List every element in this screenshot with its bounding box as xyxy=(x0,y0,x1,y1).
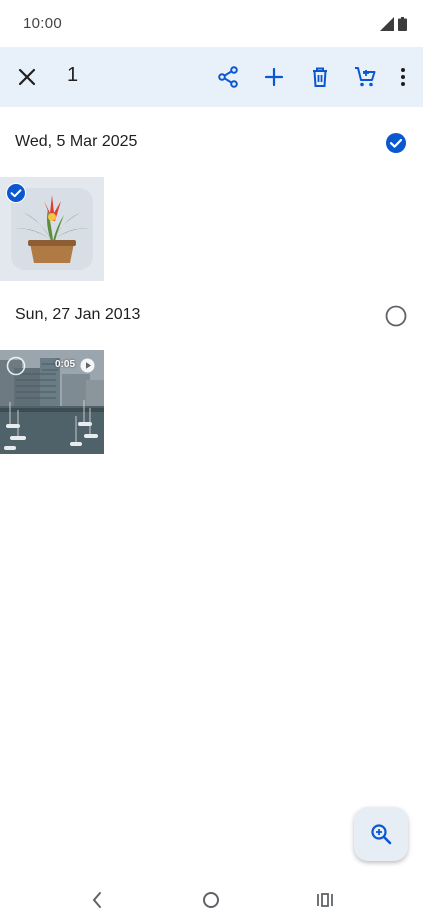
photo-thumbnail[interactable] xyxy=(0,177,104,281)
trash-icon xyxy=(313,67,327,87)
photo-selected-check-icon xyxy=(6,183,26,203)
status-icons xyxy=(380,16,407,31)
selected-count: 1 xyxy=(67,64,79,86)
system-navigation-bar xyxy=(0,876,423,922)
play-icon xyxy=(80,358,95,373)
date-group-header: Wed, 5 Mar 2025 xyxy=(0,118,423,168)
zoom-in-button[interactable] xyxy=(354,807,408,861)
add-icon xyxy=(264,67,284,87)
recents-button[interactable] xyxy=(313,888,337,912)
cart-icon xyxy=(355,67,376,87)
share-button[interactable] xyxy=(211,60,245,94)
signal-icon xyxy=(380,16,394,31)
battery-icon xyxy=(398,16,407,31)
close-selection-button[interactable] xyxy=(12,62,42,92)
status-bar: 10:00 xyxy=(0,0,423,47)
selection-toolbar: 1 xyxy=(0,47,423,107)
status-time: 10:00 xyxy=(23,15,63,32)
select-date-group-checkbox[interactable] xyxy=(385,132,407,154)
delete-button[interactable] xyxy=(303,60,337,94)
home-button[interactable] xyxy=(199,888,223,912)
video-thumbnail[interactable]: 0:05 xyxy=(0,350,104,454)
recents-icon xyxy=(317,893,333,907)
unselected-circle-icon xyxy=(6,356,26,376)
zoom-in-icon xyxy=(371,824,392,845)
share-icon xyxy=(218,66,238,88)
add-to-album-button[interactable] xyxy=(257,60,291,94)
close-icon xyxy=(18,68,36,86)
home-circle-icon xyxy=(203,892,219,908)
date-label: Sun, 27 Jan 2013 xyxy=(15,306,141,323)
check-circle-icon xyxy=(386,133,406,153)
circle-outline-icon xyxy=(385,305,407,327)
video-duration: 0:05 xyxy=(55,359,76,370)
date-label: Wed, 5 Mar 2025 xyxy=(15,133,138,150)
back-button[interactable] xyxy=(85,888,109,912)
select-date-group-checkbox[interactable] xyxy=(385,305,407,327)
back-chevron-icon xyxy=(92,892,101,908)
more-options-button[interactable] xyxy=(386,60,420,94)
more-vert-icon xyxy=(401,68,405,86)
order-prints-button[interactable] xyxy=(348,60,382,94)
date-group-header: Sun, 27 Jan 2013 xyxy=(0,291,423,341)
